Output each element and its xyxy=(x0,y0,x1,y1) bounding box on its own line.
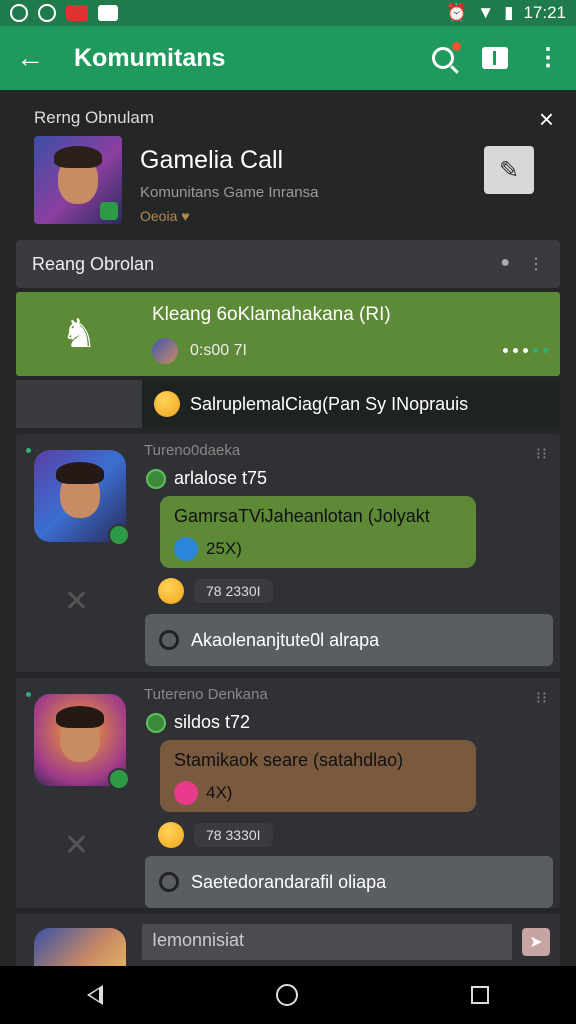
reaction-row[interactable]: 78 3330I xyxy=(158,822,273,848)
group-header: Rerng Obnulam × Gamelia Call Komunitans … xyxy=(16,96,560,234)
message-text: GamrsaTViJaheanlotan (Jolyakt xyxy=(174,506,430,526)
topic-spacer xyxy=(16,380,142,428)
sender-name: Tutereno Denkana xyxy=(144,686,268,703)
search-icon[interactable] xyxy=(432,42,461,69)
call-title: Kleang 6oKlamahakana (RI) xyxy=(152,304,391,325)
call-icon: ♞ xyxy=(61,312,97,356)
pin-button[interactable]: ✎ xyxy=(484,146,534,194)
reply-icon xyxy=(159,872,179,892)
alarm-icon: ⏰ xyxy=(446,3,468,22)
avatar[interactable] xyxy=(34,694,130,790)
reply-text: Akaolenanjtute0l alrapa xyxy=(191,629,380,650)
back-button[interactable]: ← xyxy=(16,42,56,74)
x-icon: ✕ xyxy=(64,829,90,862)
sender-name: Tureno0daeka xyxy=(144,442,241,459)
avatar-hair xyxy=(56,706,104,728)
username-row: sildos t72 xyxy=(146,712,250,733)
tabs-icon[interactable] xyxy=(482,47,508,69)
username: sildos t72 xyxy=(174,712,251,732)
message-count: 25X) xyxy=(206,539,242,558)
call-time: 0:s00 7I xyxy=(190,342,247,359)
message-bubble[interactable]: GamrsaTViJaheanlotan (Jolyakt 25X) xyxy=(160,496,476,568)
verified-icon xyxy=(108,768,130,790)
avatar[interactable] xyxy=(34,450,130,546)
user-avatar[interactable] xyxy=(34,928,126,966)
page-title: Komumitans xyxy=(74,43,226,72)
chat-content[interactable]: Rerng Obnulam × Gamelia Call Komunitans … xyxy=(0,90,576,966)
nav-recents-icon[interactable] xyxy=(471,986,490,1004)
app-bar: ← Komumitans ⋮ xyxy=(0,26,576,90)
reply-box[interactable]: Saetedorandarafil oliapa xyxy=(145,856,553,908)
youtube-icon xyxy=(66,5,88,21)
smile-emoji-icon xyxy=(154,391,180,417)
reaction-count: 78 3330I xyxy=(194,823,273,847)
close-button[interactable]: × xyxy=(539,104,554,135)
group-subtitle: Komunitans Game Inransa xyxy=(140,184,319,201)
notification-icon xyxy=(10,4,28,22)
room-bar-label: Reang Obrolan xyxy=(32,253,155,274)
username-row: arlalose t75 xyxy=(146,468,267,489)
clock: 17:21 xyxy=(523,3,566,22)
composer: Iemonnisiat ➤ xyxy=(16,914,560,966)
smile-emoji-icon[interactable] xyxy=(158,578,184,604)
system-nav-bar xyxy=(0,966,576,1024)
call-card[interactable]: ♞ Kleang 6oKlamahakana (RI) 0:s00 7I xyxy=(16,292,560,376)
group-avatar[interactable] xyxy=(34,136,122,224)
reaction-count: 78 2330I xyxy=(194,579,273,603)
progress-dots-icon xyxy=(503,348,548,353)
message-menu-icon[interactable]: ⁝⁝ xyxy=(536,688,548,708)
header-label: Rerng Obnulam xyxy=(34,108,155,127)
group-title: Gamelia Call xyxy=(140,146,284,174)
room-bar[interactable]: Reang Obrolan ● ⋮ xyxy=(16,240,560,288)
battery-icon: ▮ xyxy=(504,3,514,22)
message-text: Stamikaok seare (satahdlao) xyxy=(174,750,404,770)
search-icon[interactable]: ● xyxy=(500,254,510,274)
topic-text-row: SalruplemalCiag(Pan Sy INoprauis xyxy=(142,380,560,428)
status-icon xyxy=(174,537,198,561)
compass-icon xyxy=(38,4,56,22)
status-icon xyxy=(174,781,198,805)
send-icon[interactable]: ➤ xyxy=(522,928,550,956)
group-status: Oeoia ♥ xyxy=(140,208,190,224)
notification-dot xyxy=(452,42,461,51)
globe-icon xyxy=(146,468,166,489)
verified-icon xyxy=(108,524,130,546)
reply-box[interactable]: Akaolenanjtute0l alrapa xyxy=(145,614,553,666)
nav-back-icon[interactable] xyxy=(86,985,103,1005)
topic-bar[interactable]: SalruplemalCiag(Pan Sy INoprauis xyxy=(16,380,560,428)
avatar-hair xyxy=(54,146,102,168)
more-icon[interactable]: ⋮ xyxy=(528,254,544,274)
status-bar: ⏰ ▼ ▮ 17:21 xyxy=(0,0,576,26)
online-indicator-icon xyxy=(26,448,31,453)
game-badge-icon xyxy=(100,202,118,220)
message-menu-icon[interactable]: ⁝⁝ xyxy=(536,444,548,464)
globe-icon xyxy=(146,712,166,733)
reply-icon xyxy=(159,630,179,650)
caller-avatar xyxy=(152,338,178,364)
message-input[interactable]: Iemonnisiat xyxy=(142,924,512,960)
x-icon: ✕ xyxy=(64,585,90,618)
nav-home-icon[interactable] xyxy=(275,984,298,1006)
wifi-icon: ▼ xyxy=(477,3,495,22)
message-card[interactable]: ✕ Tureno0daeka ⁝⁝ arlalose t75 GamrsaTVi… xyxy=(16,434,560,672)
username: arlalose t75 xyxy=(174,468,268,488)
reaction-row[interactable]: 78 2330I xyxy=(158,578,273,604)
message-bubble[interactable]: Stamikaok seare (satahdlao) 4X) xyxy=(160,740,476,812)
more-options-button[interactable]: ⋮ xyxy=(536,46,560,70)
message-count: 4X) xyxy=(206,783,233,802)
message-card[interactable]: ✕ Tutereno Denkana ⁝⁝ sildos t72 Stamika… xyxy=(16,678,560,908)
smile-emoji-icon[interactable] xyxy=(158,822,184,848)
mail-icon xyxy=(98,5,118,21)
avatar-hair xyxy=(56,462,104,484)
pin-icon: ✎ xyxy=(498,156,520,184)
topic-text: SalruplemalCiag(Pan Sy INoprauis xyxy=(190,393,469,414)
online-indicator-icon xyxy=(26,692,31,697)
reply-text: Saetedorandarafil oliapa xyxy=(191,871,387,892)
